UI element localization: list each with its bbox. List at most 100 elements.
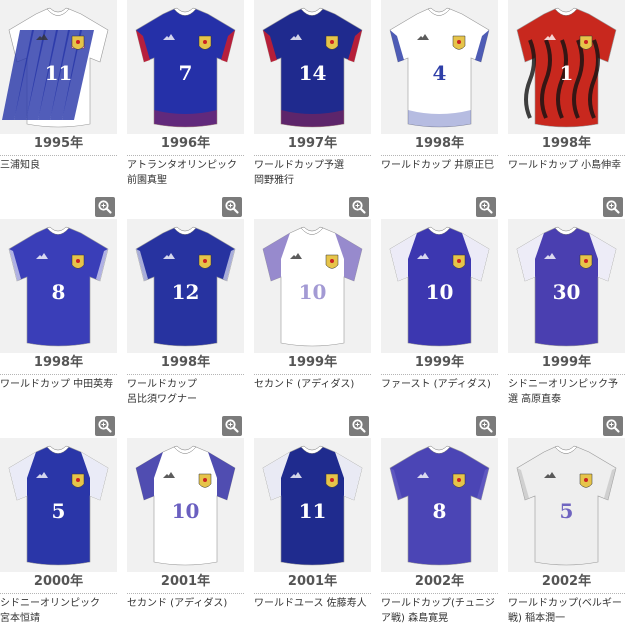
jersey-number: 11 — [299, 499, 327, 523]
divider — [127, 374, 244, 375]
jersey-year: 1998年 — [414, 136, 465, 151]
jersey-number: 10 — [299, 280, 327, 304]
jersey-photo[interactable]: 30 — [508, 219, 625, 353]
divider — [381, 155, 498, 156]
jersey-photo[interactable]: 10 — [127, 438, 244, 572]
jersey-number: 10 — [172, 499, 200, 523]
jersey-year: 1996年 — [160, 136, 211, 151]
jersey-photo[interactable]: 5 — [508, 438, 625, 572]
jersey-image: 10 — [389, 226, 490, 347]
jersey-image: 7 — [135, 7, 236, 128]
jersey-description: ワールドカップ予選 岡野雅行 — [254, 160, 344, 186]
divider — [0, 593, 117, 594]
jersey-number: 5 — [52, 499, 66, 523]
jersey-image: 5 — [516, 445, 617, 566]
jersey-image: 11 — [2, 7, 109, 128]
jersey-image: 10 — [135, 445, 236, 566]
jersey-description: セカンド (アディダス) — [127, 598, 228, 609]
jersey-description: ファースト (アディダス) — [381, 379, 491, 390]
divider — [127, 155, 244, 156]
jersey-number: 5 — [560, 499, 574, 523]
jersey-photo[interactable]: 8 — [0, 219, 117, 353]
jersey-photo[interactable]: 1 — [508, 0, 625, 134]
magnifier-zoom-icon[interactable] — [476, 416, 496, 436]
magnifier-zoom-icon[interactable] — [95, 416, 115, 436]
jersey-description: アトランタオリンピック 前園真聖 — [127, 160, 237, 186]
jersey-year: 1995年 — [33, 136, 84, 151]
jersey-photo[interactable]: 11 — [254, 438, 371, 572]
jersey-image: 14 — [262, 7, 363, 128]
divider — [381, 593, 498, 594]
jersey-description: ワールドカップ(ベルギー戦) 稲本潤一 — [508, 598, 622, 624]
jersey-year: 1999年 — [541, 355, 592, 370]
divider — [254, 593, 371, 594]
jersey-photo[interactable]: 4 — [381, 0, 498, 134]
magnifier-zoom-icon[interactable] — [349, 197, 369, 217]
jersey-photo[interactable]: 7 — [127, 0, 244, 134]
jersey-image: 8 — [389, 445, 490, 566]
jersey-year: 1997年 — [287, 136, 338, 151]
divider — [254, 155, 371, 156]
jersey-year: 1999年 — [287, 355, 338, 370]
jersey-image: 30 — [516, 226, 617, 347]
jersey-image: 10 — [262, 226, 363, 347]
jersey-description: ワールドカップ(チュニジア戦) 森島寛晃 — [381, 598, 495, 624]
jersey-image: 12 — [135, 226, 236, 347]
jersey-image: 4 — [389, 7, 490, 128]
divider — [127, 593, 244, 594]
jersey-number: 1 — [560, 61, 574, 85]
jersey-photo[interactable]: 14 — [254, 0, 371, 134]
jersey-number: 7 — [179, 61, 193, 85]
jersey-year: 1999年 — [414, 355, 465, 370]
magnifier-zoom-icon[interactable] — [222, 416, 242, 436]
jersey-year: 1998年 — [33, 355, 84, 370]
divider — [381, 374, 498, 375]
magnifier-zoom-icon[interactable] — [349, 416, 369, 436]
magnifier-zoom-icon[interactable] — [222, 197, 242, 217]
jersey-description: 三浦知良 — [0, 160, 40, 171]
jersey-photo[interactable]: 8 — [381, 438, 498, 572]
jersey-description: シドニーオリンピック 宮本恒靖 — [0, 598, 100, 624]
jersey-description: セカンド (アディダス) — [254, 379, 355, 390]
jersey-image: 11 — [262, 445, 363, 566]
jersey-number: 14 — [299, 61, 327, 85]
jersey-year: 1998年 — [160, 355, 211, 370]
divider — [0, 374, 117, 375]
divider — [508, 155, 625, 156]
jersey-image: 5 — [8, 445, 109, 566]
magnifier-zoom-icon[interactable] — [95, 197, 115, 217]
jersey-year: 1998年 — [541, 136, 592, 151]
jersey-photo[interactable]: 10 — [381, 219, 498, 353]
jersey-year: 2002年 — [414, 574, 465, 589]
jersey-description: ワールドカップ 井原正巳 — [381, 160, 495, 171]
jersey-image: 8 — [8, 226, 109, 347]
jersey-number: 10 — [426, 280, 454, 304]
jersey-photo[interactable]: 10 — [254, 219, 371, 353]
jersey-number: 8 — [433, 499, 447, 523]
jersey-year: 2002年 — [541, 574, 592, 589]
jersey-year: 2000年 — [33, 574, 84, 589]
divider — [254, 374, 371, 375]
divider — [508, 593, 625, 594]
jersey-number: 4 — [433, 61, 447, 85]
jersey-year: 2001年 — [287, 574, 338, 589]
jersey-image: 1 — [516, 7, 617, 128]
jersey-description: ワールドユース 佐藤寿人 — [254, 598, 367, 609]
jersey-photo[interactable]: 5 — [0, 438, 117, 572]
magnifier-zoom-icon[interactable] — [476, 197, 496, 217]
jersey-description: ワールドカップ 中田英寿 — [0, 379, 114, 390]
jersey-description: シドニーオリンピック予選 高原直泰 — [508, 379, 618, 405]
jersey-number: 8 — [52, 280, 66, 304]
divider — [508, 374, 625, 375]
jersey-gallery: 11 1995年 三浦知良 7 1996年 アトランタオリンピック 前園真聖 1… — [0, 0, 626, 630]
jersey-photo[interactable]: 12 — [127, 219, 244, 353]
jersey-description: ワールドカップ 呂比須ワグナー — [127, 379, 197, 405]
jersey-number: 30 — [553, 280, 581, 304]
magnifier-zoom-icon[interactable] — [603, 416, 623, 436]
jersey-year: 2001年 — [160, 574, 211, 589]
magnifier-zoom-icon[interactable] — [603, 197, 623, 217]
divider — [0, 155, 117, 156]
jersey-number: 11 — [45, 61, 73, 85]
jersey-photo[interactable]: 11 — [0, 0, 117, 134]
jersey-number: 12 — [172, 280, 200, 304]
